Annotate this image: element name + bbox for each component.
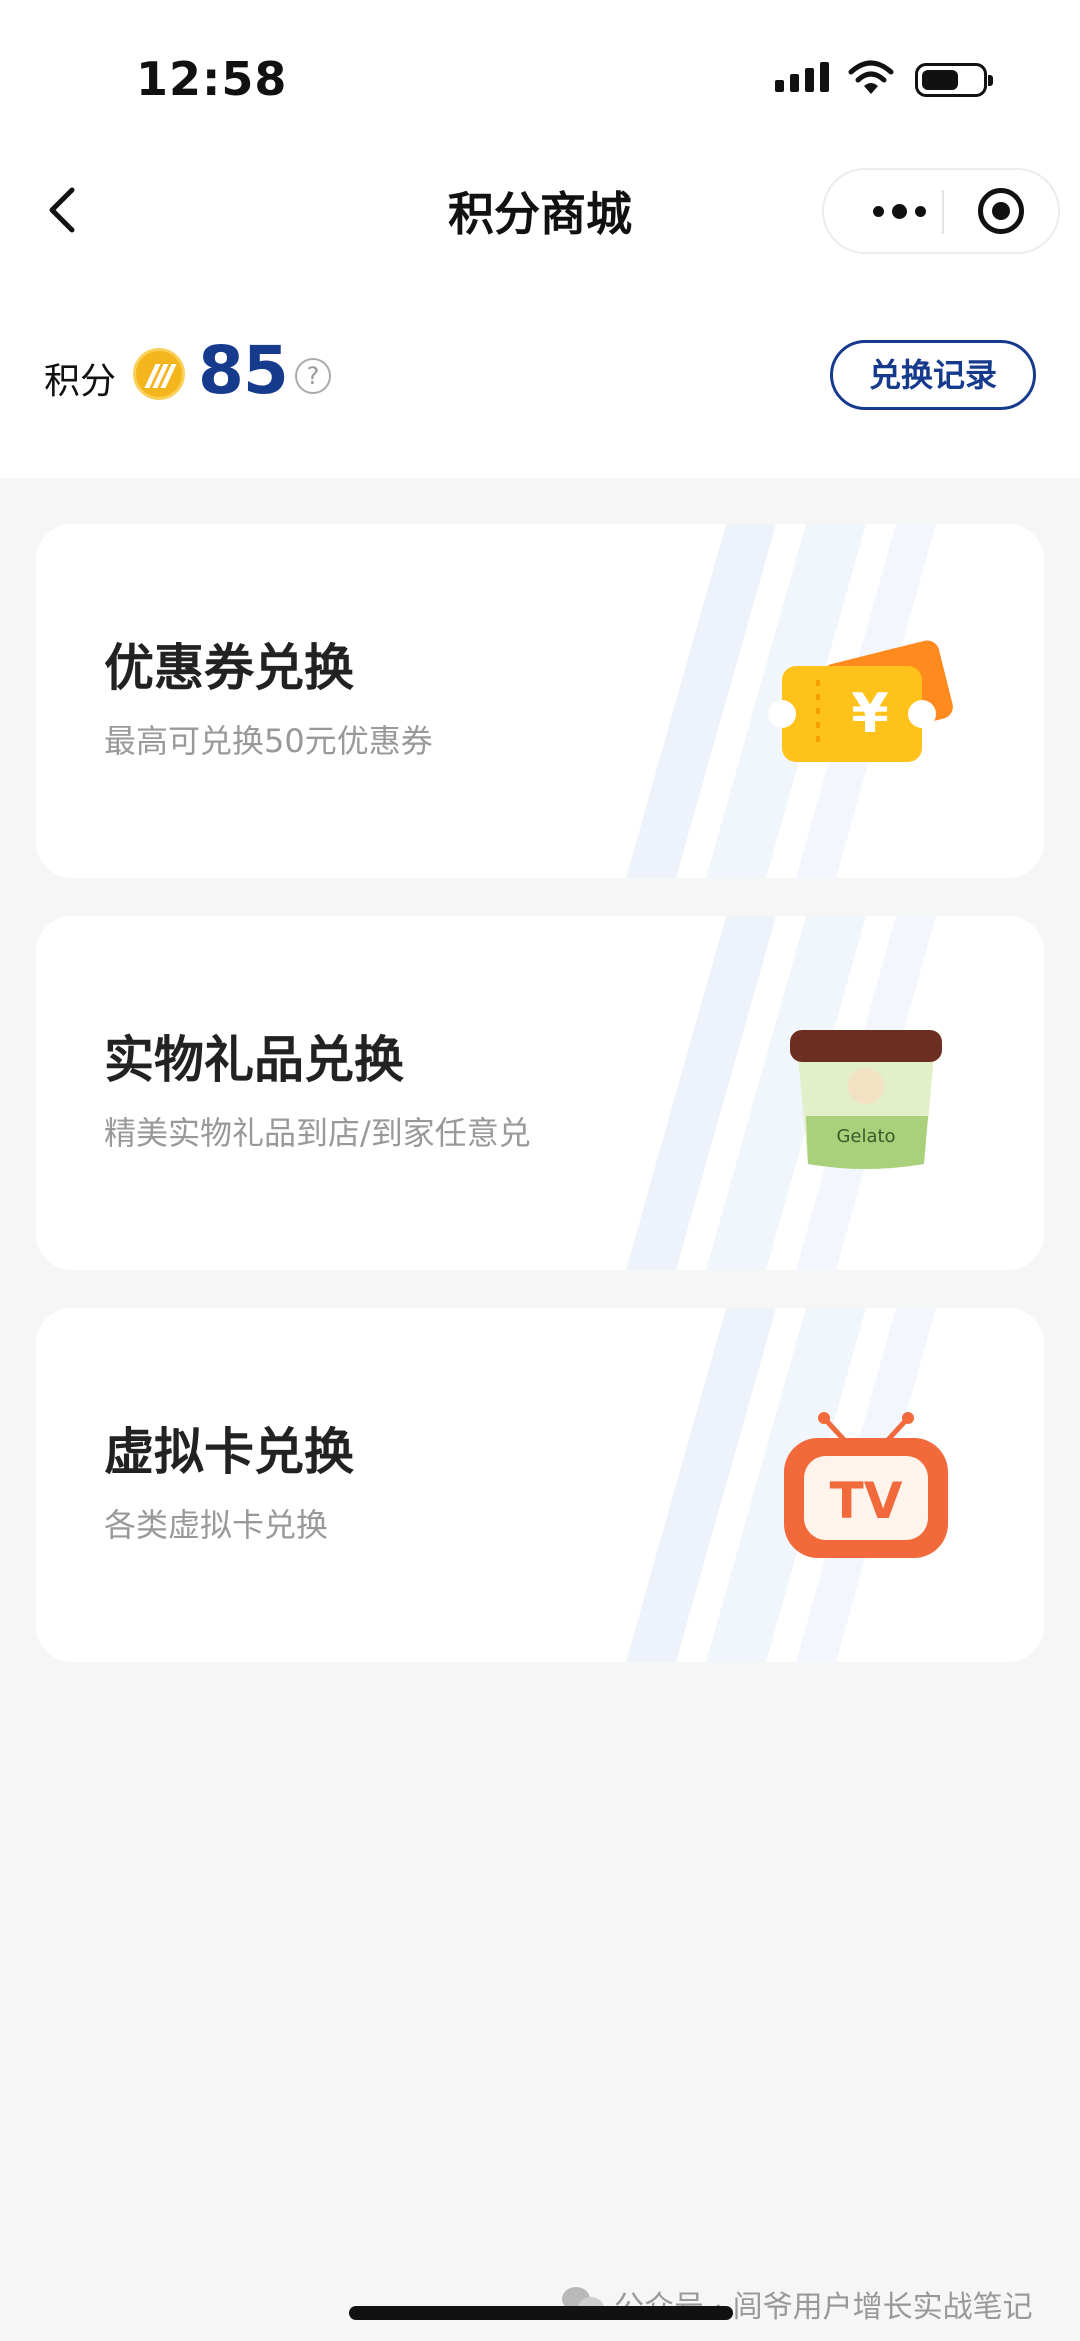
card-subtitle: 精美实物礼品到店/到家任意兑: [104, 1114, 531, 1152]
points-value: 85: [198, 332, 289, 409]
target-circle-icon[interactable]: [978, 188, 1024, 234]
points-bar: 积分 85 ? 兑换记录: [0, 322, 1080, 432]
help-icon[interactable]: ?: [295, 358, 331, 394]
more-dots-icon[interactable]: [854, 170, 944, 252]
battery-icon: [915, 63, 993, 97]
card-subtitle: 最高可兑换50元优惠券: [104, 722, 433, 760]
signal-icon: [775, 62, 829, 92]
card-title: 虚拟卡兑换: [104, 1423, 354, 1481]
gelato-label: Gelato: [836, 1126, 895, 1147]
tv-label: TV: [830, 1472, 903, 1530]
ice-cream-cup-icon: Gelato: [790, 1030, 942, 1169]
navigation-bar: 积分商城: [0, 150, 1080, 270]
points-coin-icon: [133, 348, 185, 400]
coupon-exchange-card[interactable]: 优惠券兑换 最高可兑换50元优惠券 ¥: [36, 524, 1044, 878]
miniprogram-capsule: [822, 168, 1060, 254]
gift-exchange-card[interactable]: 实物礼品兑换 精美实物礼品到店/到家任意兑 Gelato: [36, 916, 1044, 1270]
wifi-icon: [848, 60, 894, 94]
home-indicator[interactable]: [349, 2306, 733, 2320]
card-title: 优惠券兑换: [104, 639, 354, 697]
coupon-ticket-icon: ¥: [768, 640, 953, 762]
card-title: 实物礼品兑换: [104, 1031, 404, 1089]
tv-icon: TV: [784, 1412, 948, 1558]
card-subtitle: 各类虚拟卡兑换: [104, 1506, 329, 1544]
status-time: 12:58: [136, 52, 288, 106]
points-label: 积分: [44, 361, 117, 402]
coupon-symbol: ¥: [851, 682, 889, 745]
exchange-record-button[interactable]: 兑换记录: [830, 340, 1036, 410]
capsule-divider: [942, 190, 944, 234]
virtual-card-exchange-card[interactable]: 虚拟卡兑换 各类虚拟卡兑换 TV: [36, 1308, 1044, 1662]
status-bar: 12:58: [0, 0, 1080, 150]
